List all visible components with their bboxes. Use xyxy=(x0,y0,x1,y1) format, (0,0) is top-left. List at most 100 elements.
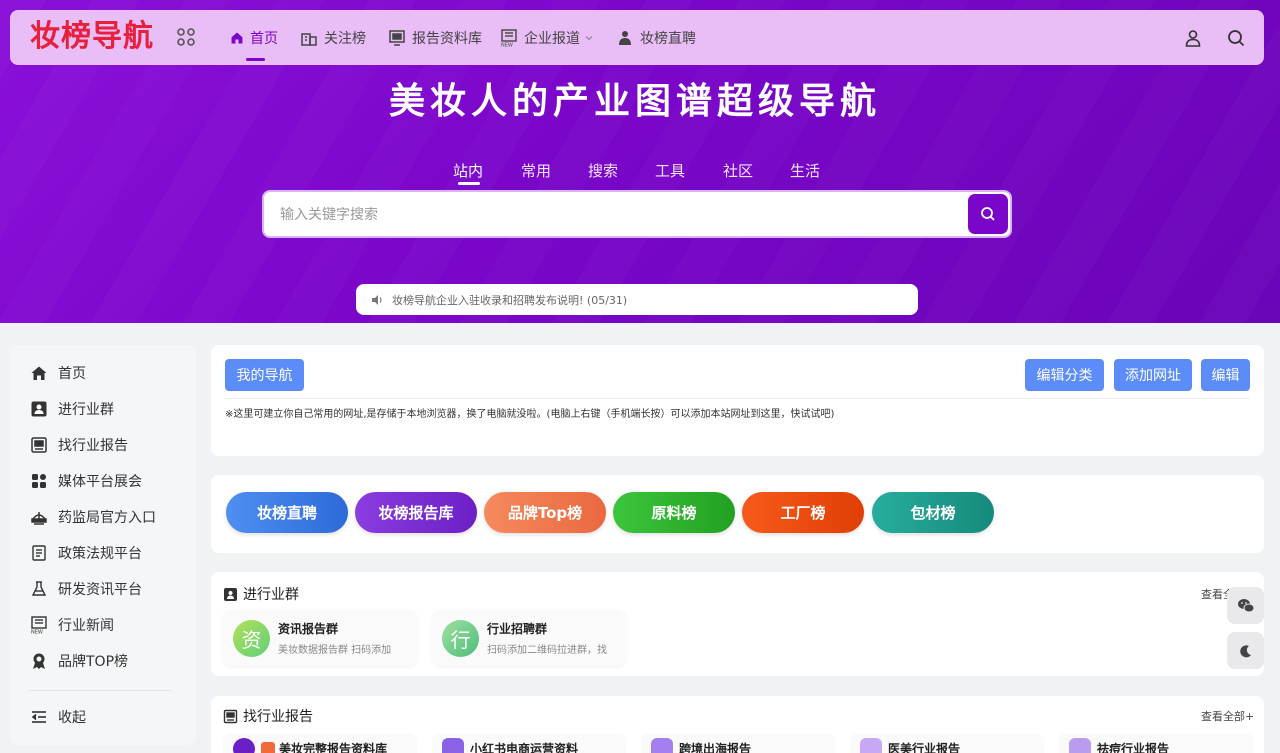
wechat-icon xyxy=(1237,598,1254,612)
home-icon xyxy=(231,32,243,44)
avatar: 行 xyxy=(442,620,479,657)
report-logo-icon xyxy=(860,738,882,753)
nav-news[interactable]: NEW 企业报道 xyxy=(500,27,594,49)
sidebar-item-policy[interactable]: 政策法规平台 xyxy=(30,542,142,564)
nav-label: 妆榜直聘 xyxy=(640,31,696,47)
report-title: 祛痘行业报告 xyxy=(1097,742,1170,753)
user-icon[interactable] xyxy=(1183,28,1203,48)
collapse-icon xyxy=(31,711,46,723)
report-item[interactable]: 医美行业报告 xyxy=(850,733,1044,753)
report-logo-icon xyxy=(233,738,255,753)
sidebar-item-rd[interactable]: 研发资讯平台 xyxy=(30,578,142,600)
badge-icon xyxy=(33,653,45,669)
search-button[interactable] xyxy=(968,194,1008,234)
sidebar-item-label: 首页 xyxy=(58,366,86,382)
sidebar-item-label: 药监局官方入口 xyxy=(58,510,156,526)
edit-button[interactable]: 编辑 xyxy=(1201,359,1250,391)
group-item-news[interactable]: 资 资讯报告群 美妆数据报告群 扫码添加 xyxy=(223,610,417,666)
flask-icon xyxy=(31,581,47,596)
edit-category-button[interactable]: 编辑分类 xyxy=(1025,359,1104,391)
collapse-label: 收起 xyxy=(58,710,86,726)
home-icon xyxy=(31,366,47,380)
chevron-down-icon xyxy=(585,36,593,41)
sidebar-item-news[interactable]: NEW 行业新闻 xyxy=(30,614,114,636)
quick-link-materials[interactable]: 原料榜 xyxy=(613,492,735,533)
tab-search[interactable]: 搜索 xyxy=(578,160,628,181)
report-title: 小红书电商运营资料 xyxy=(470,742,579,753)
report-title: 跨境出海报告 xyxy=(679,742,752,753)
hero-title: 美妆人的产业图谱超级导航 xyxy=(388,81,881,122)
my-nav-hint: ※这里可建立你自己常用的网址,是存储于本地浏览器，换了电脑就没啦。(电脑上右键（… xyxy=(225,409,835,420)
add-url-button[interactable]: 添加网址 xyxy=(1114,359,1192,391)
document-icon xyxy=(32,545,46,561)
tab-tools[interactable]: 工具 xyxy=(645,160,695,181)
search-icon xyxy=(981,207,995,221)
sidebar-collapse[interactable]: 收起 xyxy=(30,706,86,728)
speaker-icon xyxy=(372,294,382,305)
group-desc: 扫码添加二维码拉进群，找 xyxy=(487,645,607,656)
nav-follow[interactable]: 关注榜 xyxy=(300,27,366,49)
report-logo-icon xyxy=(1069,738,1091,753)
sidebar-item-label: 媒体平台展会 xyxy=(58,474,142,490)
quick-link-brand-top[interactable]: 品牌Top榜 xyxy=(484,492,606,533)
group-title: 行业招聘群 xyxy=(487,622,548,636)
report-logo-icon xyxy=(442,738,464,753)
sidebar-item-label: 行业新闻 xyxy=(58,618,114,634)
wechat-float-button[interactable] xyxy=(1227,587,1264,624)
scale-icon xyxy=(31,512,47,525)
tab-site[interactable]: 站内 xyxy=(443,160,493,181)
report-title: 医美行业报告 xyxy=(888,742,961,753)
sidebar-item-home[interactable]: 首页 xyxy=(30,362,86,384)
search-input[interactable] xyxy=(280,204,960,226)
quick-link-report-library[interactable]: 妆榜报告库 xyxy=(355,492,477,533)
sidebar-item-groups[interactable]: 进行业群 xyxy=(30,398,114,420)
report-item[interactable]: 小红书电商运营资料 xyxy=(432,733,626,753)
quick-link-packaging[interactable]: 包材榜 xyxy=(872,492,994,533)
group-item-jobs[interactable]: 行 行业招聘群 扫码添加二维码拉进群，找 xyxy=(432,610,626,666)
nav-home[interactable]: 首页 xyxy=(230,27,278,49)
reports-view-all-link[interactable]: 查看全部+ xyxy=(1201,708,1254,724)
svg-text:NEW: NEW xyxy=(31,630,43,635)
tab-community[interactable]: 社区 xyxy=(713,160,763,181)
my-nav-card: 我的导航 编辑分类 添加网址 编辑 ※这里可建立你自己常用的网址,是存储于本地浏… xyxy=(211,345,1264,456)
sidebar-item-label: 品牌TOP榜 xyxy=(58,654,129,670)
tab-active-indicator xyxy=(458,182,480,185)
report-item[interactable]: 美妆完整报告资料库 xyxy=(223,733,417,753)
report-icon xyxy=(223,709,238,723)
nav-label: 关注榜 xyxy=(324,31,366,47)
grid-icon xyxy=(32,474,46,488)
report-tag-icon xyxy=(261,742,275,753)
nav-reports[interactable]: 报告资料库 xyxy=(388,27,482,49)
theme-toggle-button[interactable] xyxy=(1227,632,1264,669)
report-item[interactable]: 跨境出海报告 xyxy=(641,733,835,753)
sidebar-item-reports[interactable]: 找行业报告 xyxy=(30,434,128,456)
quick-link-jobs[interactable]: 妆榜直聘 xyxy=(226,492,348,533)
site-logo[interactable]: 妆榜导航 xyxy=(30,18,154,56)
people-icon xyxy=(619,31,631,45)
news-icon: NEW xyxy=(501,29,517,47)
search-tabs: 站内 常用 搜索 工具 社区 生活 xyxy=(0,160,1280,184)
quick-link-factory[interactable]: 工厂榜 xyxy=(742,492,864,533)
sidebar-item-label: 找行业报告 xyxy=(58,438,128,454)
apps-grid-icon[interactable] xyxy=(176,27,196,47)
search-icon[interactable] xyxy=(1226,28,1246,48)
tab-common[interactable]: 常用 xyxy=(511,160,561,181)
notice-bar[interactable]: 妆榜导航企业入驻收录和招聘发布说明! (05/31) xyxy=(356,284,918,315)
tab-life[interactable]: 生活 xyxy=(780,160,830,181)
my-nav-tab[interactable]: 我的导航 xyxy=(225,359,304,391)
sidebar-item-nmpa[interactable]: 药监局官方入口 xyxy=(30,506,156,528)
top-navbar: 妆榜导航 首页 关注榜 报告资料库 NEW 企业报道 妆榜直聘 xyxy=(10,10,1264,65)
report-title: 美妆完整报告资料库 xyxy=(279,742,388,753)
monitor-icon xyxy=(389,30,405,46)
search-box xyxy=(262,190,1012,238)
groups-title: 进行业群 xyxy=(223,584,299,604)
sidebar-item-label: 研发资讯平台 xyxy=(58,582,142,598)
nav-label: 企业报道 xyxy=(524,31,580,47)
sidebar-item-media[interactable]: 媒体平台展会 xyxy=(30,470,142,492)
group-title: 资讯报告群 xyxy=(278,622,339,636)
nav-label: 首页 xyxy=(250,31,278,47)
contact-card-icon xyxy=(224,587,237,601)
report-item[interactable]: 祛痘行业报告 xyxy=(1059,733,1253,753)
nav-jobs[interactable]: 妆榜直聘 xyxy=(616,27,696,49)
sidebar-item-brand-top[interactable]: 品牌TOP榜 xyxy=(30,650,128,672)
